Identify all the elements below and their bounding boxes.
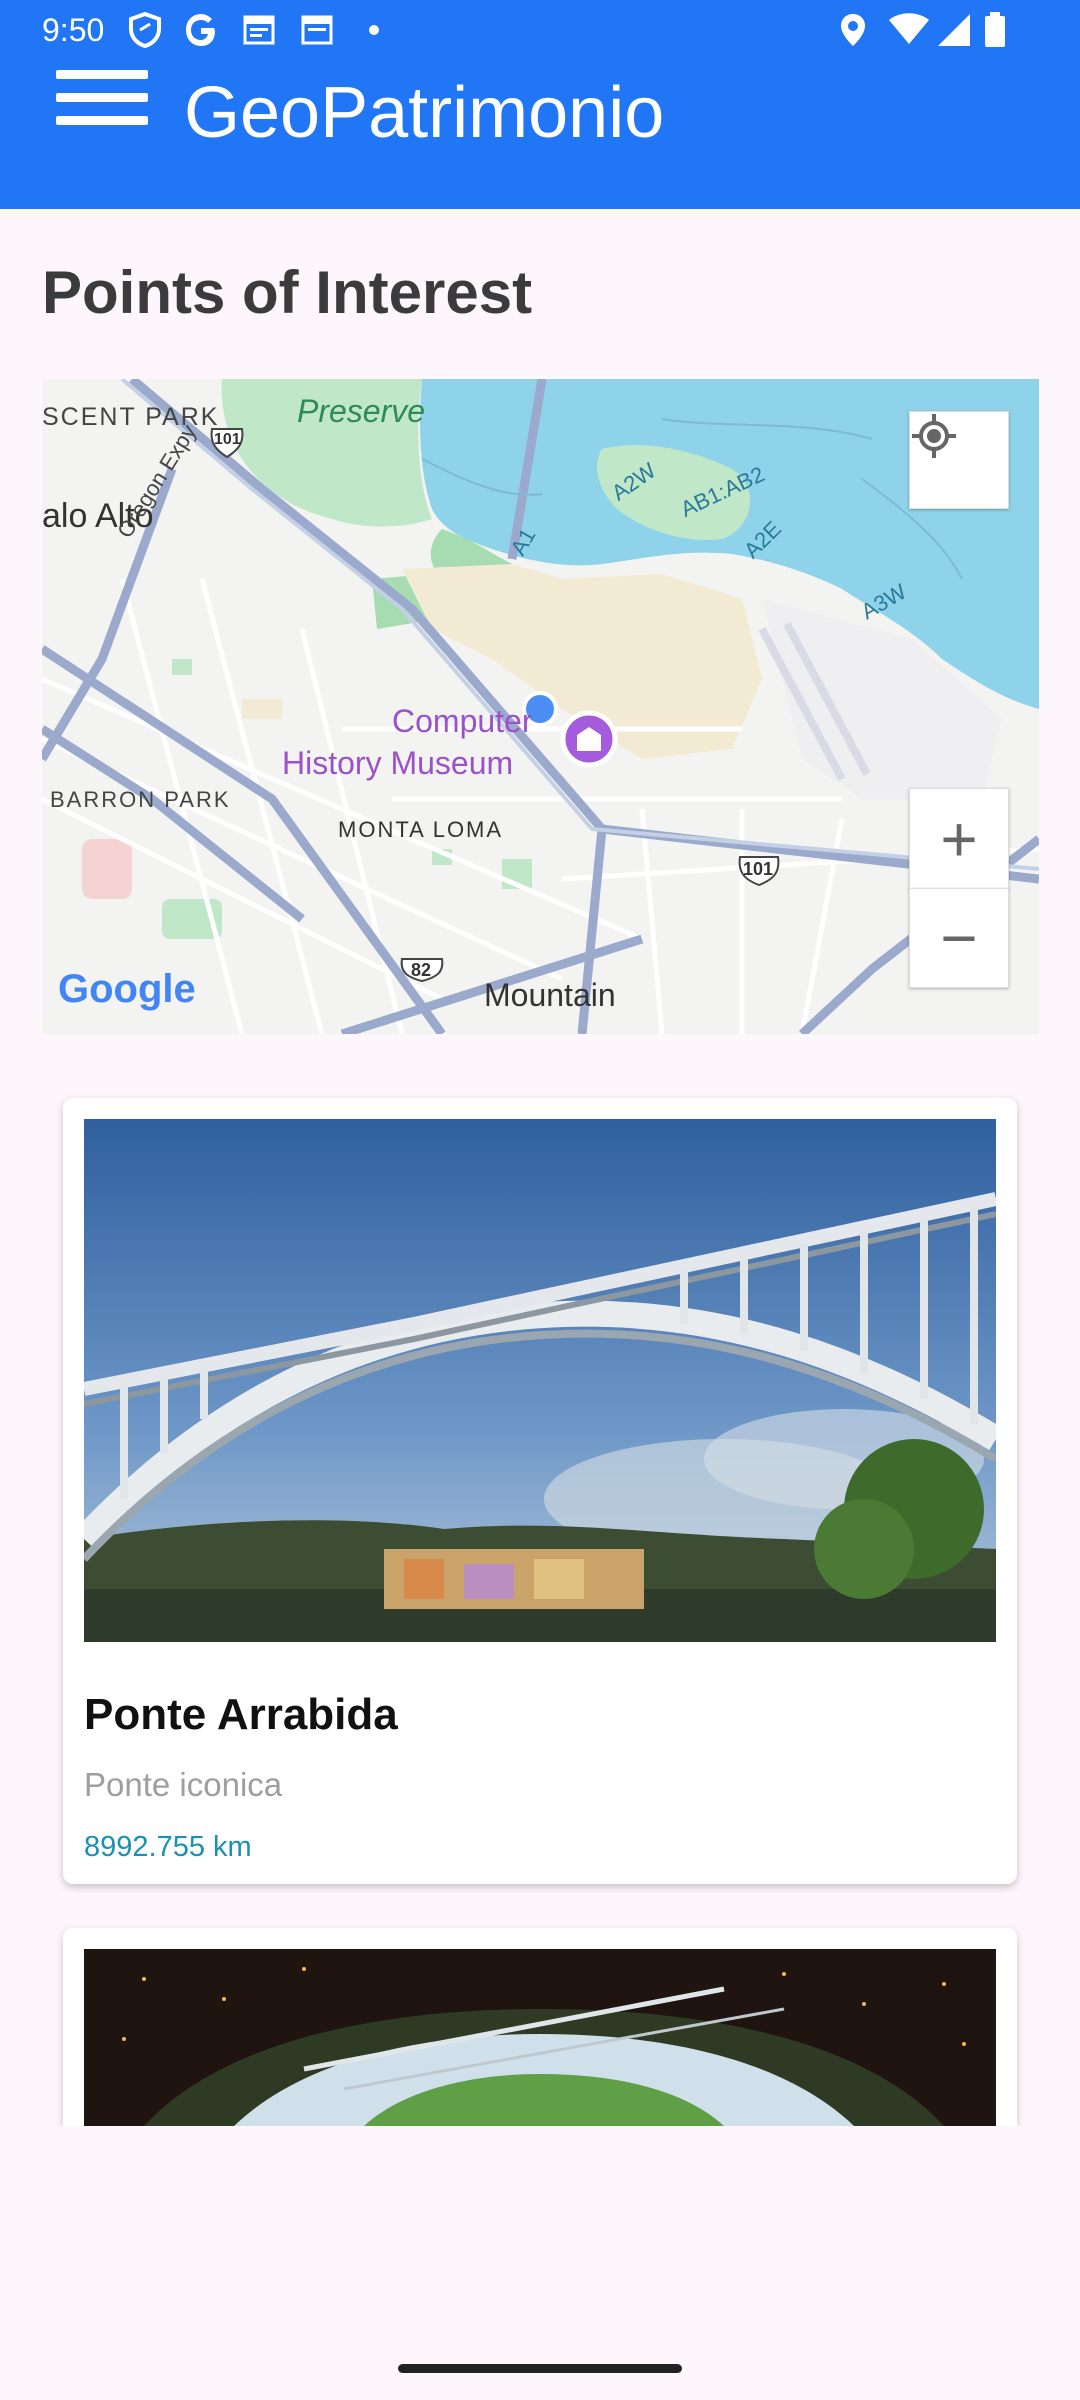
battery-icon xyxy=(985,12,1005,47)
bridge-image xyxy=(84,1119,996,1642)
google-g-icon xyxy=(186,14,215,46)
route-label-82: 82 xyxy=(411,960,432,980)
zoom-out-icon: − xyxy=(940,902,978,974)
calendar-icon xyxy=(243,15,275,45)
my-location-icon xyxy=(912,414,956,458)
page-title: Points of Interest xyxy=(42,259,533,326)
status-bar: 9:50 xyxy=(0,0,1080,62)
wifi-icon xyxy=(889,13,929,44)
zoom-out-button[interactable]: − xyxy=(909,888,1009,988)
menu-line xyxy=(56,116,148,125)
poi-card[interactable] xyxy=(63,1928,1017,2126)
notification-dot-icon xyxy=(369,25,379,35)
stadium-image xyxy=(84,1949,996,2126)
poi-title: Ponte Arrabida xyxy=(84,1690,398,1739)
location-pin-icon xyxy=(841,14,865,46)
map-label-monta-loma: MONTA LOMA xyxy=(338,817,504,842)
menu-button[interactable] xyxy=(56,70,148,138)
app-bar: 9:50 GeoPatrimonio xyxy=(0,0,1080,209)
map-label-barron-park: BARRON PARK xyxy=(50,787,231,812)
app-title: GeoPatrimonio xyxy=(184,73,665,153)
menu-line xyxy=(56,70,148,79)
signal-icon xyxy=(938,14,970,46)
route-label-101: 101 xyxy=(214,431,241,448)
map-label-museum-line2: History Museum xyxy=(282,745,514,781)
map-tiles xyxy=(42,379,1039,1034)
poi-distance: 8992.755 km xyxy=(84,1831,252,1863)
poi-description: Ponte iconica xyxy=(84,1766,283,1803)
map-label-museum-line1: Computer xyxy=(392,703,533,739)
google-logo: Google xyxy=(58,967,196,1011)
route-label-101: 101 xyxy=(743,859,774,879)
home-indicator[interactable] xyxy=(398,2364,682,2373)
zoom-in-icon: + xyxy=(940,803,978,875)
map-label-mountain-view: Mountain xyxy=(484,977,616,1013)
status-time: 9:50 xyxy=(42,12,105,48)
zoom-in-button[interactable]: + xyxy=(909,788,1009,890)
my-location-button[interactable] xyxy=(909,411,1009,509)
calendar-icon xyxy=(301,15,333,45)
shield-icon xyxy=(129,12,161,48)
map-label-preserve: Preserve xyxy=(297,393,426,429)
poi-card[interactable]: Ponte Arrabida Ponte iconica 8992.755 km xyxy=(63,1098,1017,1884)
poi-image xyxy=(84,1949,996,2126)
map-view[interactable]: Preserve SCENT PARK alo Alto Oregon Expy… xyxy=(42,379,1039,1034)
menu-line xyxy=(56,93,148,102)
list-bottom-area xyxy=(0,2126,1080,2400)
poi-image xyxy=(84,1119,996,1642)
